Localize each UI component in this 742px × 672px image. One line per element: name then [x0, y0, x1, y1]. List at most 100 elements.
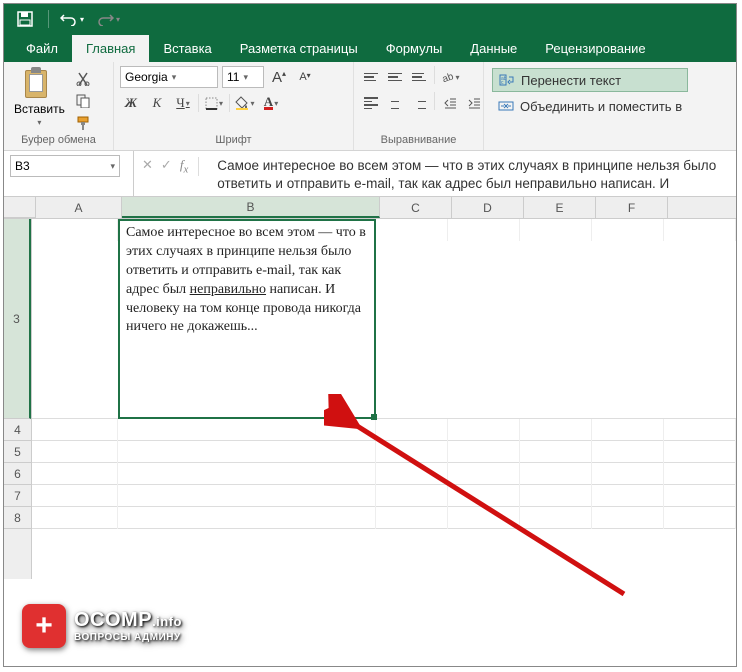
- cell[interactable]: [376, 485, 448, 507]
- cell[interactable]: [664, 485, 736, 507]
- grow-font-button[interactable]: A▴: [268, 66, 290, 88]
- fill-color-button[interactable]: ▾: [234, 92, 256, 114]
- cell[interactable]: [664, 419, 736, 441]
- cell[interactable]: [448, 463, 520, 485]
- merge-center-button[interactable]: Объединить и поместить в: [492, 94, 688, 118]
- tab-formulas[interactable]: Формулы: [372, 35, 457, 62]
- cell[interactable]: [664, 507, 736, 529]
- cell[interactable]: [520, 441, 592, 463]
- select-all-corner[interactable]: [4, 197, 36, 218]
- cell[interactable]: [118, 485, 376, 507]
- borders-button[interactable]: ▾: [203, 92, 225, 114]
- decrease-indent-button[interactable]: [439, 92, 461, 114]
- col-header-D[interactable]: D: [452, 197, 524, 218]
- col-header-A[interactable]: A: [36, 197, 122, 218]
- col-header-E[interactable]: E: [524, 197, 596, 218]
- tab-home[interactable]: Главная: [72, 35, 149, 62]
- cell[interactable]: [592, 463, 664, 485]
- name-box[interactable]: B3▾: [10, 155, 120, 177]
- font-size-combo[interactable]: 11▾: [222, 66, 264, 88]
- row-header-4[interactable]: 4: [4, 419, 31, 441]
- undo-icon[interactable]: ▾: [59, 8, 85, 30]
- accept-formula-icon[interactable]: ✓: [161, 157, 172, 173]
- cell[interactable]: [376, 419, 448, 441]
- cell[interactable]: [376, 463, 448, 485]
- row-header-5[interactable]: 5: [4, 441, 31, 463]
- formula-text[interactable]: Самое интересное во всем этом — что в эт…: [207, 151, 736, 196]
- cell[interactable]: [376, 219, 448, 241]
- col-header-B[interactable]: B: [122, 197, 380, 218]
- align-bottom-button[interactable]: [408, 66, 430, 88]
- cell[interactable]: [592, 219, 664, 241]
- cell[interactable]: [32, 507, 118, 529]
- spreadsheet: ABCDEF 345678 Самое интересное во всем э…: [4, 197, 736, 579]
- row-header-8[interactable]: 8: [4, 507, 31, 529]
- cell[interactable]: [118, 463, 376, 485]
- save-icon[interactable]: [12, 8, 38, 30]
- alignment-group-label: Выравнивание: [360, 132, 477, 148]
- cell[interactable]: [118, 441, 376, 463]
- align-top-button[interactable]: [360, 66, 382, 88]
- orientation-button[interactable]: ab▾: [439, 66, 461, 88]
- cell[interactable]: [592, 419, 664, 441]
- shrink-font-button[interactable]: A▾: [294, 66, 316, 88]
- fill-handle[interactable]: [371, 414, 377, 420]
- align-center-button[interactable]: [384, 92, 406, 114]
- cell[interactable]: [448, 219, 520, 241]
- redo-icon[interactable]: ▾: [95, 8, 121, 30]
- tab-review[interactable]: Рецензирование: [531, 35, 659, 62]
- tab-file[interactable]: Файл: [12, 35, 72, 62]
- cell[interactable]: [448, 441, 520, 463]
- bold-button[interactable]: Ж: [120, 92, 142, 114]
- ribbon-tabs: Файл Главная Вставка Разметка страницы Ф…: [4, 34, 736, 62]
- cancel-formula-icon[interactable]: ✕: [142, 157, 153, 173]
- cell[interactable]: [592, 441, 664, 463]
- fx-icon[interactable]: fx: [180, 157, 199, 176]
- cell[interactable]: [448, 507, 520, 529]
- cell[interactable]: [118, 507, 376, 529]
- align-left-button[interactable]: [360, 92, 382, 114]
- col-header-C[interactable]: C: [380, 197, 452, 218]
- align-right-button[interactable]: [408, 92, 430, 114]
- cell[interactable]: [592, 507, 664, 529]
- cell[interactable]: [32, 463, 118, 485]
- tab-data[interactable]: Данные: [456, 35, 531, 62]
- font-name-combo[interactable]: Georgia▾: [120, 66, 218, 88]
- col-header-F[interactable]: F: [596, 197, 668, 218]
- cell[interactable]: [520, 507, 592, 529]
- cell[interactable]: [118, 419, 376, 441]
- cell[interactable]: [592, 485, 664, 507]
- cell[interactable]: [520, 419, 592, 441]
- cell[interactable]: [664, 441, 736, 463]
- row-header-7[interactable]: 7: [4, 485, 31, 507]
- cell[interactable]: [664, 219, 736, 241]
- row-header-3[interactable]: 3: [4, 219, 31, 419]
- wrap-text-button[interactable]: abc Перенести текст: [492, 68, 688, 92]
- cell[interactable]: [520, 463, 592, 485]
- cell[interactable]: [520, 485, 592, 507]
- cell[interactable]: [32, 485, 118, 507]
- row-header-6[interactable]: 6: [4, 463, 31, 485]
- font-group-label: Шрифт: [120, 132, 347, 148]
- format-painter-icon[interactable]: [73, 114, 93, 132]
- paste-button[interactable]: Вставить ▾: [10, 66, 69, 129]
- tab-layout[interactable]: Разметка страницы: [226, 35, 372, 62]
- align-middle-button[interactable]: [384, 66, 406, 88]
- cell[interactable]: [32, 219, 118, 241]
- increase-indent-button[interactable]: [463, 92, 485, 114]
- cell[interactable]: [448, 485, 520, 507]
- cell[interactable]: [664, 463, 736, 485]
- cell[interactable]: [376, 441, 448, 463]
- cell[interactable]: [32, 441, 118, 463]
- font-color-button[interactable]: A▾: [260, 92, 282, 114]
- tab-insert[interactable]: Вставка: [149, 35, 225, 62]
- cell[interactable]: [32, 419, 118, 441]
- cell[interactable]: [520, 219, 592, 241]
- copy-icon[interactable]: [73, 92, 93, 110]
- cell[interactable]: [448, 419, 520, 441]
- cell-B3[interactable]: Самое интересное во всем этом — что в эт…: [118, 219, 376, 419]
- italic-button[interactable]: К: [146, 92, 168, 114]
- cut-icon[interactable]: [73, 70, 93, 88]
- underline-button[interactable]: Ч▾: [172, 92, 194, 114]
- cell[interactable]: [376, 507, 448, 529]
